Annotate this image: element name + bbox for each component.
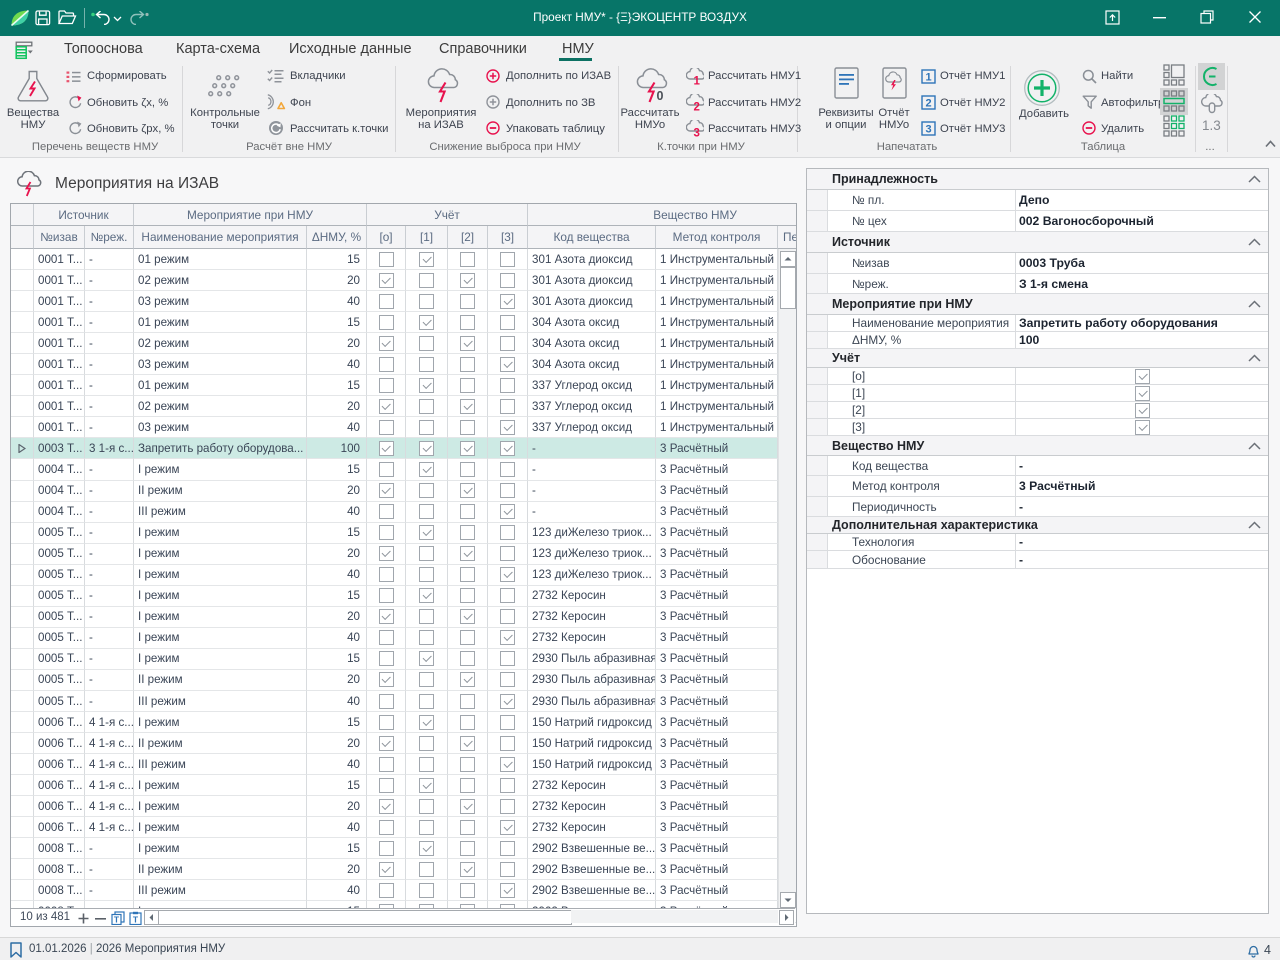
svg-text:3: 3 [694,128,700,139]
svg-text:2: 2 [694,102,700,113]
svg-text:1: 1 [925,72,931,84]
svg-text:T: T [133,915,139,925]
svg-text:0: 0 [657,89,664,103]
svg-text:2: 2 [925,98,931,110]
svg-text:3: 3 [925,124,931,136]
svg-text:1: 1 [694,76,701,87]
svg-text:T: T [114,915,120,925]
